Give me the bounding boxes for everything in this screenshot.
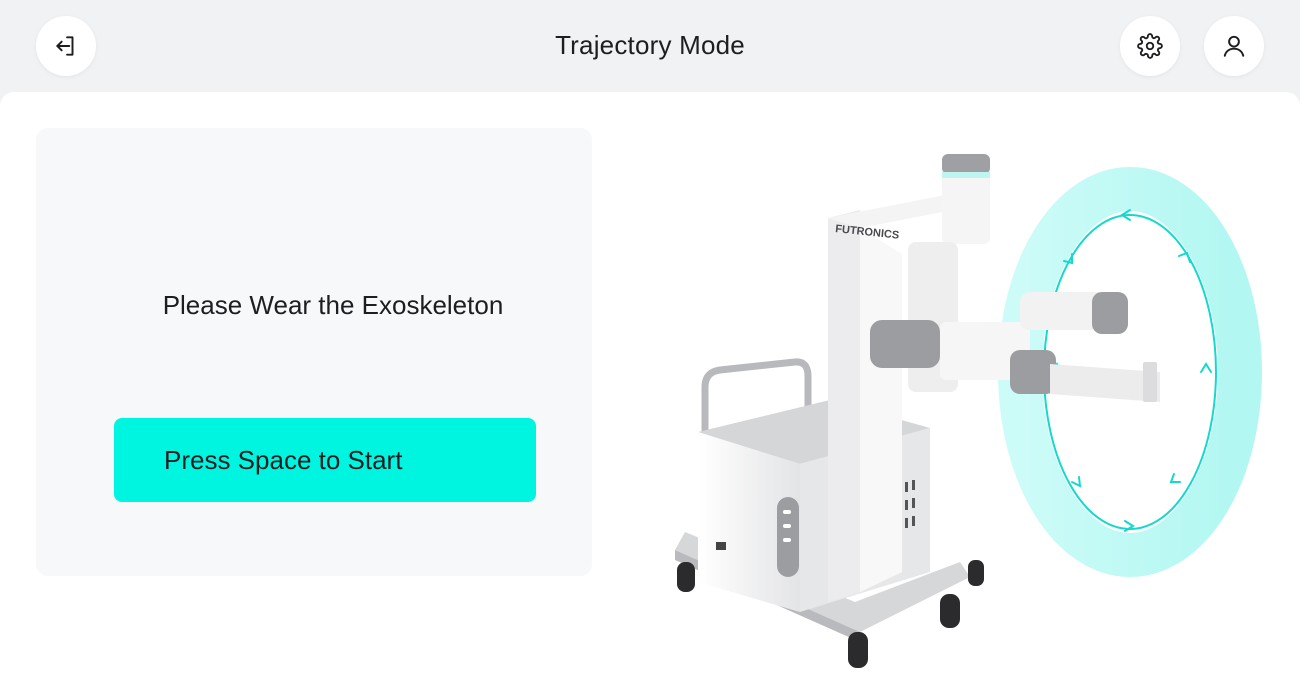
page-title: Trajectory Mode	[555, 30, 745, 60]
start-button[interactable]: Press Space to Start	[114, 418, 536, 502]
wear-exoskeleton-prompt: Please Wear the Exoskeleton	[162, 290, 504, 320]
gear-icon	[1137, 33, 1163, 59]
robot-arm	[870, 242, 1160, 402]
user-icon	[1223, 35, 1245, 57]
main-panel: Please Wear the Exoskeleton Press Space …	[0, 92, 1300, 696]
user-button[interactable]	[1204, 16, 1264, 76]
settings-button[interactable]	[1120, 16, 1180, 76]
top-motor	[942, 154, 990, 244]
top-bar: Trajectory Mode	[0, 0, 1300, 92]
instruction-card: Please Wear the Exoskeleton Press Space …	[36, 128, 592, 576]
exoskeleton-robot-illustration: FUTRONICS	[675, 154, 1262, 668]
